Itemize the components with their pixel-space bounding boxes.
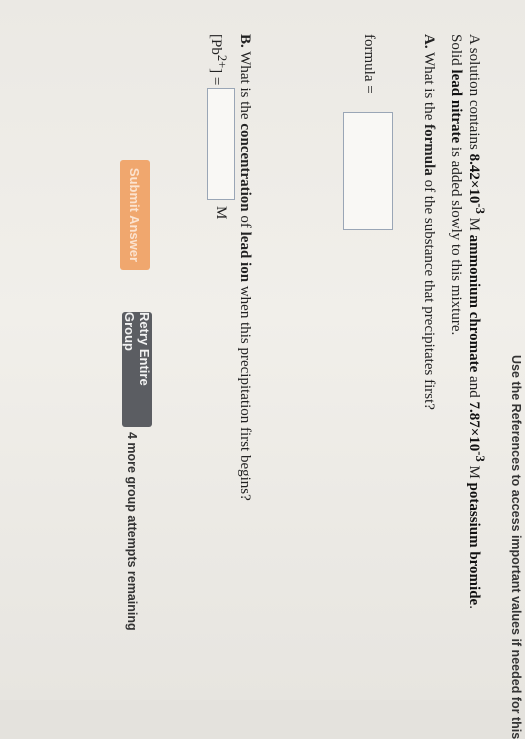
part-a-question: A. What is the formula of the substance … — [421, 34, 437, 410]
formula-input[interactable] — [343, 112, 393, 230]
pb-concentration-label: [Pb2+] = — [208, 34, 229, 86]
formula-label: formula = — [361, 34, 377, 94]
problem-statement: A solution contains 8.42×10-3 M ammonium… — [448, 34, 487, 609]
submit-answer-button[interactable]: Submit Answer — [120, 160, 150, 270]
pb-concentration-input[interactable] — [207, 88, 235, 200]
unit-label: M — [213, 206, 229, 220]
part-b-question: B. What is the concentration of lead ion… — [237, 34, 253, 501]
attempts-remaining: 4 more group attempts remaining — [125, 432, 139, 631]
rotated-screen: Use the References to access important v… — [0, 0, 525, 739]
retry-entire-group-button[interactable]: Retry Entire Group — [122, 312, 152, 427]
references-notice: Use the References to access important v… — [509, 355, 523, 739]
